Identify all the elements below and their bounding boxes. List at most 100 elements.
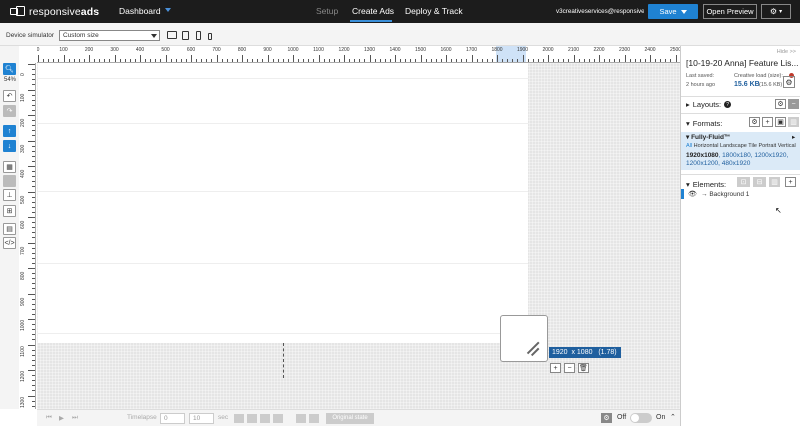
user-email[interactable]: v3creativeservices@responsivea...: [556, 8, 644, 15]
ruler-tick: [293, 55, 294, 62]
save-format-icon[interactable]: ▣: [775, 117, 786, 127]
ruler-minor-tick: [583, 59, 585, 62]
phone-landscape-icon[interactable]: [208, 33, 212, 40]
keyframe-icon[interactable]: [273, 414, 283, 423]
keyframe-icon[interactable]: [234, 414, 244, 423]
hide-panel-link[interactable]: Hide >>: [777, 49, 796, 55]
play-icon[interactable]: ▶: [59, 414, 64, 422]
tab-deploy-track[interactable]: Deploy & Track: [405, 6, 463, 16]
layouts-header[interactable]: ▸ Layouts: ?: [686, 100, 732, 109]
eye-icon[interactable]: 👁︎: [688, 190, 697, 198]
tab-create-ads[interactable]: Create Ads: [352, 6, 394, 16]
ruler-minor-tick: [99, 59, 101, 62]
add-format-icon[interactable]: +: [762, 117, 773, 127]
ruler-minor-tick: [32, 135, 35, 137]
elements-header[interactable]: ▾ Elements:: [686, 180, 726, 189]
undo-icon[interactable]: ↶: [3, 90, 16, 102]
resize-handle[interactable]: [500, 315, 548, 362]
chevron-right-icon[interactable]: ▸: [792, 133, 795, 141]
gear-icon[interactable]: ⚙: [601, 413, 612, 423]
ruler-label: 1100: [20, 345, 26, 357]
ruler-label: 400: [20, 169, 26, 178]
arrow-down-icon[interactable]: ↓: [3, 140, 16, 152]
ruler-minor-tick: [32, 79, 35, 81]
ruler-label: 300: [20, 144, 26, 153]
skip-forward-icon[interactable]: ⏭︎: [72, 414, 78, 422]
mouse-cursor-icon: ↖: [775, 206, 782, 215]
phone-icon[interactable]: [196, 31, 201, 40]
original-state-button[interactable]: Original state: [326, 413, 374, 424]
responsiveads-logo[interactable]: responsiveads: [10, 5, 99, 18]
gear-icon[interactable]: ⚙: [775, 99, 786, 109]
logo-mark-icon: [10, 6, 26, 17]
zoom-icon[interactable]: 🔍︎: [3, 63, 16, 75]
delete-format-icon[interactable]: ▥: [788, 117, 799, 127]
ruler-minor-tick: [32, 349, 35, 351]
tab-setup[interactable]: Setup: [316, 6, 338, 16]
ruler-minor-tick: [384, 59, 386, 62]
add-element-icon[interactable]: +: [785, 177, 796, 187]
gear-icon[interactable]: ⚙: [783, 76, 795, 88]
redo-icon[interactable]: ↷: [3, 105, 16, 117]
arrow-up-icon[interactable]: ↑: [3, 125, 16, 137]
keyframe-icon[interactable]: [247, 414, 257, 423]
timeline-bar: ⏮︎ ▶ ⏭︎ Timelapse 0 10 sec Original stat…: [37, 409, 680, 426]
ruler-minor-tick: [277, 59, 279, 62]
delete-element-icon[interactable]: ▥: [769, 177, 780, 187]
add-keyframe-icon[interactable]: [296, 414, 306, 423]
ad-artboard[interactable]: [38, 63, 528, 343]
settings-menu-button[interactable]: ⚙ ▾: [761, 4, 791, 19]
ruler-minor-tick: [619, 59, 621, 62]
ruler-minor-tick: [537, 59, 539, 62]
save-button[interactable]: Save: [648, 4, 698, 19]
caret-down-icon: [151, 34, 157, 38]
ruler-label: 1100: [313, 47, 324, 53]
layers-icon[interactable]: ▦: [3, 161, 16, 173]
caret-down-icon[interactable]: [165, 8, 171, 12]
timeline-start-input[interactable]: 0: [160, 413, 185, 424]
ruler-minor-tick: [155, 59, 157, 62]
trash-icon[interactable]: 🗑︎: [578, 363, 589, 373]
remove-keyframe-icon[interactable]: [309, 414, 319, 423]
code-icon[interactable]: </>: [3, 237, 16, 249]
desktop-icon[interactable]: [167, 31, 177, 39]
formats-header[interactable]: ▾ Formats:: [686, 119, 722, 128]
tablet-icon[interactable]: [182, 31, 189, 40]
timeline-end-input[interactable]: 10: [189, 413, 214, 424]
vertical-ruler: 0 100 200 300 400 500 600 700 800 900 1000 1100 1200…: [19, 63, 36, 409]
collapse-icon[interactable]: −: [788, 99, 799, 109]
open-preview-button[interactable]: Open Preview: [703, 4, 757, 19]
ruler-label: 1200: [20, 370, 26, 382]
keyframe-icon[interactable]: [260, 414, 270, 423]
gear-icon: ⚙: [769, 7, 778, 16]
ruler-minor-tick: [124, 59, 126, 62]
ruler-label: 900: [263, 47, 272, 53]
group-icon[interactable]: ⊡: [737, 177, 750, 187]
ungroup-icon[interactable]: ⊟: [753, 177, 766, 187]
element-row-background-1[interactable]: 👁︎ → Background 1: [681, 189, 800, 199]
blank-tool-icon[interactable]: [3, 175, 16, 187]
film-icon[interactable]: ▤: [3, 223, 16, 235]
gear-icon[interactable]: ⚙: [749, 117, 760, 127]
remove-size-button[interactable]: −: [564, 363, 575, 373]
ruler-minor-tick: [32, 390, 35, 392]
ruler-minor-tick: [481, 59, 483, 62]
help-icon[interactable]: ?: [724, 101, 732, 108]
caret-down-icon: ▾: [686, 180, 690, 189]
components-icon[interactable]: ⊞: [3, 205, 16, 217]
add-size-button[interactable]: +: [550, 363, 561, 373]
ruler-tick: [28, 370, 35, 371]
device-size-select[interactable]: Custom size: [59, 30, 160, 41]
animation-toggle[interactable]: [630, 413, 652, 423]
ruler-minor-tick: [43, 59, 45, 62]
ruler-label: 0: [37, 47, 39, 53]
skip-back-icon[interactable]: ⏮︎: [46, 414, 52, 422]
ruler-minor-tick: [328, 59, 330, 62]
ruler-label: 700: [20, 246, 26, 255]
caret-down-icon: ▾: [779, 9, 783, 15]
chevron-up-icon[interactable]: ⌃: [670, 413, 676, 421]
format-filter[interactable]: All Horizontal Landscape Tile Portrait V…: [686, 143, 796, 149]
dashboard-menu[interactable]: Dashboard: [119, 6, 161, 16]
hierarchy-icon[interactable]: ⊥: [3, 189, 16, 201]
ruler-minor-tick: [660, 59, 662, 62]
